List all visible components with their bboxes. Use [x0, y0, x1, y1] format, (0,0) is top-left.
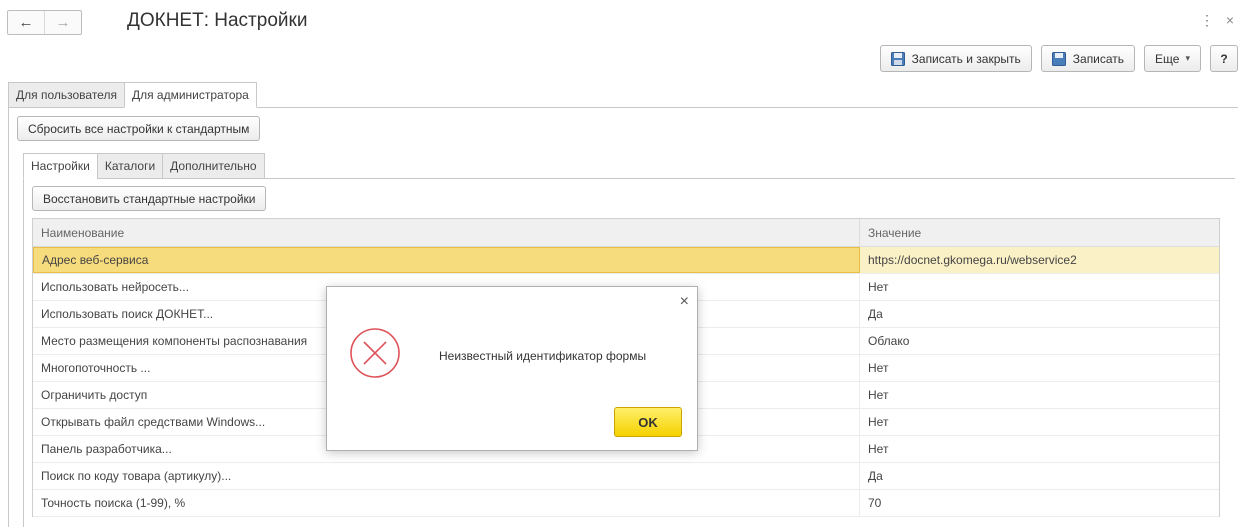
- save-and-close-button[interactable]: Записать и закрыть: [879, 45, 1032, 72]
- chevron-down-icon: ▾: [1185, 53, 1190, 63]
- table-row[interactable]: Поиск по коду товара (артикулу)... Да: [33, 463, 1219, 490]
- command-bar: Записать и закрыть Записать Еще ▾ ?: [879, 45, 1238, 72]
- help-button[interactable]: ?: [1210, 45, 1238, 72]
- table-header: Наименование Значение: [33, 219, 1219, 247]
- setting-value: Нет: [868, 361, 889, 375]
- setting-value: Облако: [868, 334, 910, 348]
- setting-value: Нет: [868, 280, 889, 294]
- setting-name: Поиск по коду товара (артикулу)...: [33, 463, 860, 489]
- more-menu-icon[interactable]: ⋮: [1200, 12, 1214, 29]
- save-button[interactable]: Записать: [1040, 45, 1136, 72]
- setting-value: 70: [868, 496, 882, 510]
- more-button[interactable]: Еще ▾: [1144, 45, 1201, 72]
- setting-value: Да: [868, 469, 883, 483]
- setting-value: Да: [868, 307, 883, 321]
- restore-defaults-button[interactable]: Восстановить стандартные настройки: [32, 186, 267, 211]
- table-row[interactable]: Точность поиска (1-99), % 70: [33, 490, 1219, 517]
- forward-arrow-icon[interactable]: →: [44, 11, 81, 34]
- error-message: Неизвестный идентификатор формы: [439, 349, 647, 363]
- close-window-icon[interactable]: ×: [1226, 12, 1234, 28]
- column-header-value[interactable]: Значение: [860, 219, 1219, 246]
- reset-all-button[interactable]: Сбросить все настройки к стандартным: [17, 116, 261, 141]
- history-nav: ← →: [7, 10, 82, 35]
- floppy-disk-icon: [1051, 51, 1066, 66]
- setting-name: Адрес веб-сервиса: [33, 247, 860, 273]
- setting-value: Нет: [868, 415, 889, 429]
- main-tabs: Для пользователя Для администратора: [8, 82, 257, 108]
- window-title: ДОКНЕТ: Настройки: [127, 10, 308, 31]
- ok-button[interactable]: OK: [614, 407, 682, 437]
- tab-user[interactable]: Для пользователя: [8, 82, 125, 108]
- floppy-disk-icon: [890, 51, 905, 66]
- save-and-close-label: Записать и закрыть: [911, 51, 1021, 66]
- setting-value: Нет: [868, 388, 889, 402]
- back-arrow-icon[interactable]: ←: [8, 11, 44, 34]
- error-dialog: × Неизвестный идентификатор формы OK: [326, 286, 698, 451]
- table-row[interactable]: Адрес веб-сервиса https://docnet.gkomega…: [33, 247, 1219, 274]
- more-label: Еще: [1155, 51, 1180, 66]
- save-label: Записать: [1072, 51, 1125, 66]
- tab-extra[interactable]: Дополнительно: [162, 153, 265, 179]
- tab-admin[interactable]: Для администратора: [123, 82, 257, 108]
- error-icon: [350, 328, 400, 378]
- sub-tabs: Настройки Каталоги Дополнительно: [23, 153, 265, 179]
- setting-value: Нет: [868, 442, 889, 456]
- setting-value: https://docnet.gkomega.ru/webservice2: [868, 253, 1077, 267]
- close-icon[interactable]: ×: [680, 293, 689, 311]
- column-header-name[interactable]: Наименование: [33, 219, 860, 246]
- tab-catalogs[interactable]: Каталоги: [96, 153, 164, 179]
- setting-name: Точность поиска (1-99), %: [33, 490, 860, 516]
- tab-settings[interactable]: Настройки: [23, 153, 98, 179]
